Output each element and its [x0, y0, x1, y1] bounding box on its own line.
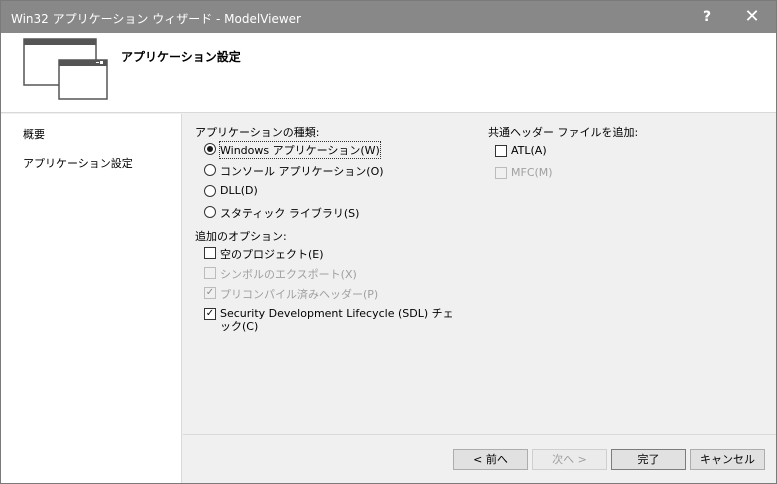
wizard-window: Win32 アプリケーション ウィザード - ModelViewer ? ✕ ア… [0, 0, 777, 484]
checkbox-icon [495, 145, 507, 157]
checkbox-label: 空のプロジェクト(E) [220, 248, 324, 261]
checkbox-label: シンボルのエクスポート(X) [220, 268, 357, 281]
radio-label: スタティック ライブラリ(S) [220, 207, 360, 220]
radio-console-app[interactable]: コンソール アプリケーション(O) [204, 163, 384, 179]
finish-button[interactable]: 完了 [611, 449, 686, 470]
checkbox-label: ATL(A) [511, 144, 547, 157]
title-bar: Win32 アプリケーション ウィザード - ModelViewer ? ✕ [1, 1, 776, 33]
settings-panel: アプリケーションの種類: Windows アプリケーション(W) コンソール ア… [183, 114, 776, 434]
checkbox-mfc[interactable]: MFC(M) [495, 166, 553, 179]
radio-label: Windows アプリケーション(W) [219, 141, 381, 159]
radio-label: コンソール アプリケーション(O) [220, 165, 384, 178]
radio-icon [204, 185, 216, 197]
checkbox-label: Security Development Lifecycle (SDL) チェッ… [220, 307, 454, 333]
checkbox-sdl-checks[interactable]: ✓ Security Development Lifecycle (SDL) チ… [204, 307, 460, 333]
radio-windows-app[interactable]: Windows アプリケーション(W) [204, 141, 381, 159]
radio-static-library[interactable]: スタティック ライブラリ(S) [204, 205, 359, 221]
radio-icon [204, 164, 216, 176]
checkbox-export-symbols[interactable]: シンボルのエクスポート(X) [204, 266, 357, 282]
wizard-footer: < 前へ 次へ > 完了 キャンセル [183, 434, 776, 483]
checkbox-atl[interactable]: ATL(A) [495, 144, 547, 157]
radio-selected-icon [204, 143, 216, 155]
checkbox-precompiled-header[interactable]: ✓ プリコンパイル済みヘッダー(P) [204, 286, 378, 302]
checkbox-icon [204, 247, 216, 259]
help-button[interactable]: ? [697, 7, 717, 27]
checkbox-icon [204, 267, 216, 279]
checkbox-empty-project[interactable]: 空のプロジェクト(E) [204, 246, 324, 262]
checkbox-icon [495, 167, 507, 179]
page-title: アプリケーション設定 [121, 50, 241, 64]
back-button[interactable]: < 前へ [453, 449, 528, 470]
checkmark-icon: ✓ [204, 287, 216, 299]
radio-dll[interactable]: DLL(D) [204, 184, 258, 197]
window-title: Win32 アプリケーション ウィザード - ModelViewer [11, 12, 301, 26]
wizard-sidebar: 概要 アプリケーション設定 [1, 114, 182, 483]
sidebar-item-app-settings[interactable]: アプリケーション設定 [23, 155, 133, 171]
radio-icon [204, 206, 216, 218]
checkbox-label: MFC(M) [511, 166, 553, 179]
sidebar-item-overview[interactable]: 概要 [23, 126, 45, 142]
wizard-header: アプリケーション設定 [1, 33, 776, 113]
cancel-button[interactable]: キャンセル [690, 449, 765, 470]
checkbox-label: プリコンパイル済みヘッダー(P) [220, 288, 379, 301]
close-button[interactable]: ✕ [742, 7, 762, 27]
next-button[interactable]: 次へ > [532, 449, 607, 470]
wizard-windows-icon [23, 38, 108, 100]
common-headers-label: 共通ヘッダー ファイルを追加: [488, 126, 639, 139]
checkmark-icon: ✓ [204, 308, 216, 320]
additional-options-label: 追加のオプション: [195, 230, 287, 243]
radio-label: DLL(D) [220, 184, 258, 197]
app-type-label: アプリケーションの種類: [195, 126, 320, 139]
